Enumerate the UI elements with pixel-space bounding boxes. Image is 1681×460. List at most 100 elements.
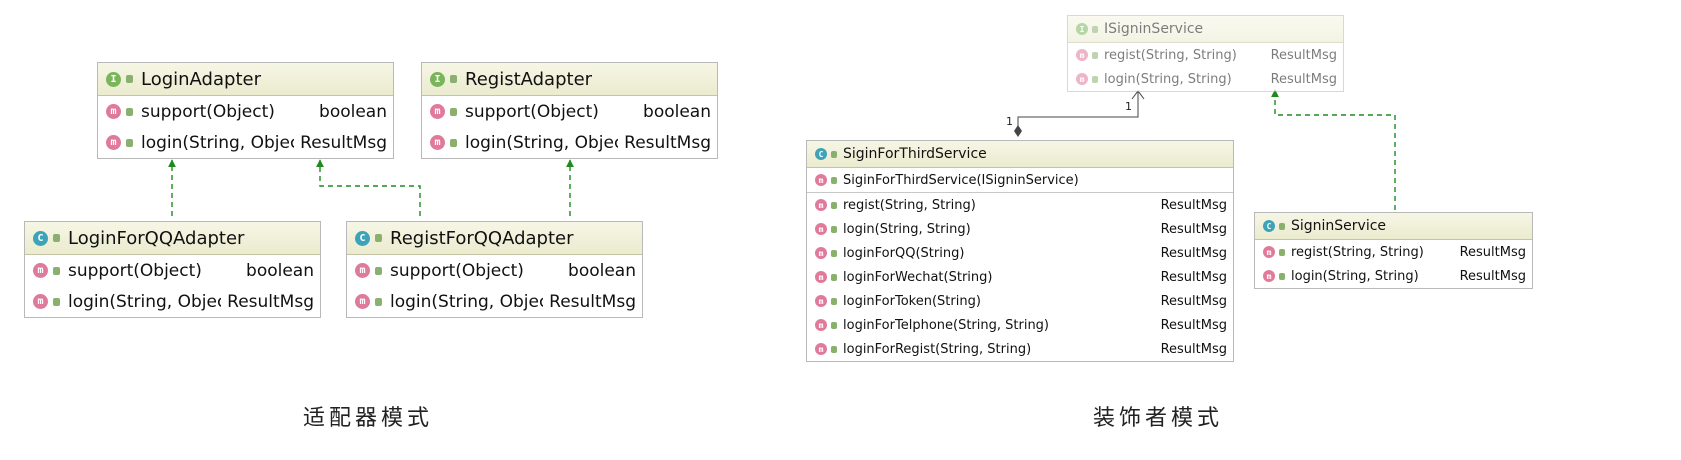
public-visibility-icon: [1092, 25, 1098, 33]
method-return-type: ResultMsg: [1459, 268, 1526, 284]
method-icon: m: [1076, 49, 1088, 61]
class-box-sigin-for-third-service[interactable]: C SiginForThirdService m SiginForThirdSe…: [806, 140, 1234, 362]
method-row[interactable]: m loginForWechat(String) ResultMsg: [807, 265, 1233, 289]
method-name: regist(String, String): [1104, 47, 1237, 63]
multiplicity-target: 1: [1125, 100, 1132, 113]
public-visibility-icon: [1092, 51, 1098, 59]
method-icon: m: [33, 263, 48, 278]
public-visibility-icon: [831, 297, 837, 305]
public-visibility-icon: [450, 75, 457, 83]
public-visibility-icon: [1279, 272, 1285, 280]
method-return-type: ResultMsg: [624, 132, 711, 153]
method-row[interactable]: m login(String, Object) ResultMsg: [98, 127, 393, 158]
class-header: C RegistForQQAdapter: [347, 222, 642, 255]
public-visibility-icon: [375, 297, 382, 306]
composition-diamond: [1014, 125, 1022, 137]
class-icon: C: [33, 230, 48, 246]
method-return-type: ResultMsg: [549, 291, 636, 312]
method-row[interactable]: m loginForRegist(String, String) ResultM…: [807, 337, 1233, 361]
public-visibility-icon: [831, 345, 837, 353]
class-icon: C: [355, 230, 370, 246]
method-row[interactable]: m login(String, String) ResultMsg: [807, 217, 1233, 241]
method-name: login(String, Object): [141, 132, 294, 153]
method-icon: m: [815, 319, 827, 331]
public-visibility-icon: [126, 138, 133, 147]
class-name: RegistAdapter: [465, 68, 593, 90]
method-row[interactable]: m login(String, String) ResultMsg: [1068, 67, 1343, 91]
public-visibility-icon: [1092, 75, 1098, 83]
public-visibility-icon: [1279, 222, 1285, 230]
method-return-type: ResultMsg: [1459, 244, 1526, 260]
class-box-regist-for-qq-adapter[interactable]: C RegistForQQAdapter m support(Object) b…: [346, 221, 643, 318]
method-return-type: ResultMsg: [227, 291, 314, 312]
method-return-type: ResultMsg: [1160, 341, 1227, 357]
method-return-type: ResultMsg: [1160, 317, 1227, 333]
method-icon: m: [815, 199, 827, 211]
realization-signinservice-to-isigninservice: [1271, 89, 1396, 210]
class-header: I ISigninService: [1068, 16, 1343, 43]
multiplicity-source: 1: [1006, 115, 1013, 128]
public-visibility-icon: [375, 234, 382, 242]
method-row[interactable]: m loginForQQ(String) ResultMsg: [807, 241, 1233, 265]
method-row[interactable]: m regist(String, String) ResultMsg: [1068, 43, 1343, 67]
class-box-login-for-qq-adapter[interactable]: C LoginForQQAdapter m support(Object) bo…: [24, 221, 321, 318]
method-return-type: ResultMsg: [1160, 197, 1227, 213]
method-return-type: ResultMsg: [1160, 221, 1227, 237]
public-visibility-icon: [375, 266, 382, 275]
class-icon: C: [815, 148, 827, 160]
method-return-type: ResultMsg: [300, 132, 387, 153]
public-visibility-icon: [126, 107, 133, 116]
method-row[interactable]: m support(Object) boolean: [98, 96, 393, 127]
method-name: loginForQQ(String): [843, 245, 965, 261]
method-name: regist(String, String): [843, 197, 976, 213]
caption-adapter-pattern: 适配器模式: [303, 406, 434, 431]
class-box-isignin-service[interactable]: I ISigninService m regist(String, String…: [1067, 15, 1344, 92]
method-row[interactable]: m support(Object) boolean: [347, 255, 642, 286]
methods-section: m regist(String, String) ResultMsg m log…: [807, 192, 1233, 361]
method-name: login(String, String): [843, 221, 971, 237]
method-row[interactable]: m support(Object) boolean: [422, 96, 717, 127]
method-row[interactable]: m login(String, Object) ResultMsg: [422, 127, 717, 158]
class-header: C LoginForQQAdapter: [25, 222, 320, 255]
interface-icon: I: [106, 71, 121, 87]
class-header: C SigninService: [1255, 213, 1532, 240]
method-icon: m: [815, 247, 827, 259]
class-name: LoginAdapter: [141, 68, 261, 90]
class-name: RegistForQQAdapter: [390, 227, 574, 249]
composition-sigin-to-isigninservice: [1017, 92, 1139, 134]
method-row[interactable]: m loginForToken(String) ResultMsg: [807, 289, 1233, 313]
method-icon: m: [355, 263, 370, 278]
public-visibility-icon: [831, 201, 837, 209]
method-return-type: ResultMsg: [1160, 245, 1227, 261]
public-visibility-icon: [831, 225, 837, 233]
method-name: login(String, Object): [390, 291, 543, 312]
method-row[interactable]: m loginForTelphone(String, String) Resul…: [807, 313, 1233, 337]
public-visibility-icon: [831, 273, 837, 281]
method-row[interactable]: m regist(String, String) ResultMsg: [807, 193, 1233, 217]
method-row[interactable]: m login(String, String) ResultMsg: [1255, 264, 1532, 288]
method-row[interactable]: m support(Object) boolean: [25, 255, 320, 286]
method-icon: m: [815, 295, 827, 307]
method-name: loginForTelphone(String, String): [843, 317, 1050, 333]
class-box-signin-service[interactable]: C SigninService m regist(String, String)…: [1254, 212, 1533, 289]
method-row[interactable]: m login(String, Object) ResultMsg: [25, 286, 320, 317]
interface-icon: I: [430, 71, 445, 87]
method-icon: m: [815, 343, 827, 355]
method-icon: m: [815, 223, 827, 235]
class-name: ISigninService: [1104, 21, 1204, 37]
method-icon: m: [815, 271, 827, 283]
method-row[interactable]: m login(String, Object) ResultMsg: [347, 286, 642, 317]
public-visibility-icon: [126, 75, 133, 83]
constructor-row[interactable]: m SiginForThirdService(ISigninService): [807, 168, 1233, 192]
method-return-type: boolean: [568, 260, 636, 281]
method-row[interactable]: m regist(String, String) ResultMsg: [1255, 240, 1532, 264]
method-icon: m: [1076, 73, 1088, 85]
method-name: loginForWechat(String): [843, 269, 993, 285]
class-box-regist-adapter[interactable]: I RegistAdapter m support(Object) boolea…: [421, 62, 718, 159]
class-box-login-adapter[interactable]: I LoginAdapter m support(Object) boolean…: [97, 62, 394, 159]
method-name: support(Object): [390, 260, 524, 281]
method-icon: m: [430, 135, 445, 150]
method-icon: m: [1263, 246, 1275, 258]
method-icon: m: [815, 174, 827, 186]
class-header: I LoginAdapter: [98, 63, 393, 96]
